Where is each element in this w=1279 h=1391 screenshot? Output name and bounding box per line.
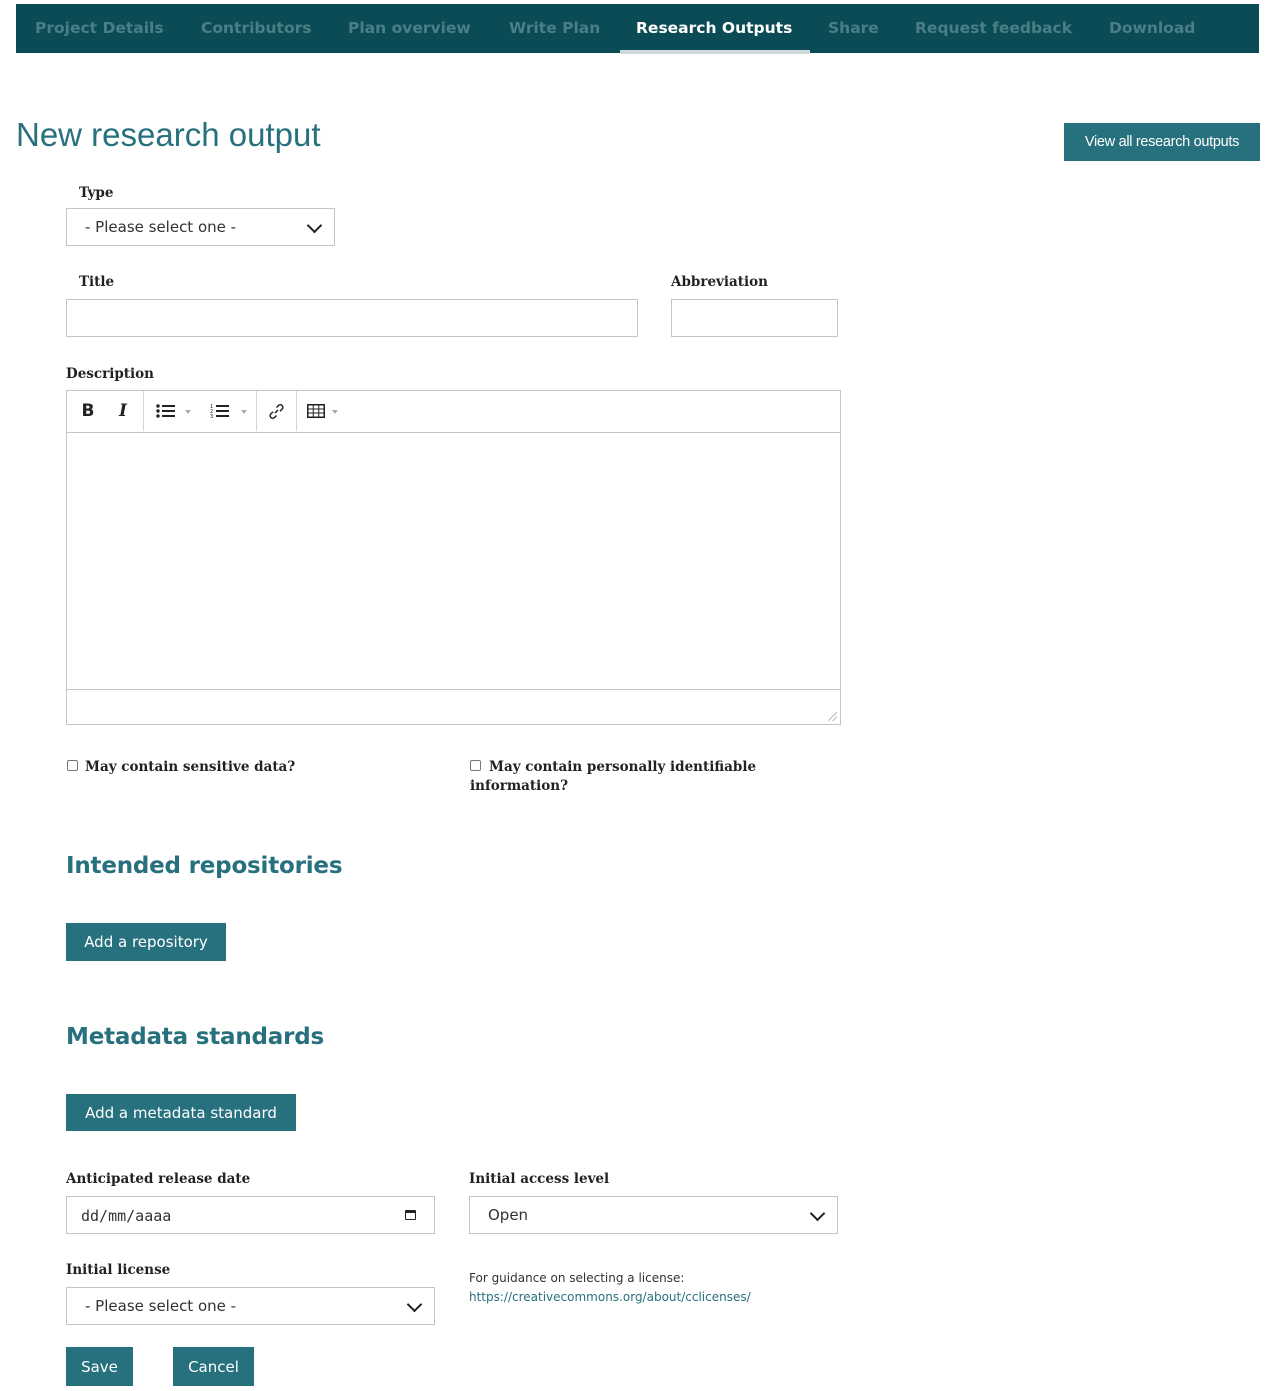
editor-statusbar	[67, 689, 840, 724]
tab-download[interactable]: Download	[1109, 4, 1195, 53]
license-guidance-text: For guidance on selecting a license:	[469, 1271, 685, 1285]
license-guidance: For guidance on selecting a license: htt…	[469, 1269, 751, 1307]
sensitive-data-label: May contain sensitive data?	[85, 759, 296, 775]
toolbar-separator	[143, 391, 144, 431]
title-input[interactable]	[66, 299, 638, 337]
link-icon[interactable]	[263, 391, 289, 431]
tab-share[interactable]: Share	[828, 4, 879, 53]
svg-text:3: 3	[210, 414, 213, 419]
tab-contributors[interactable]: Contributors	[201, 4, 311, 53]
numbered-list-icon[interactable]: 1 2 3	[205, 391, 235, 431]
resize-handle-icon[interactable]	[828, 712, 837, 721]
metadata-heading: Metadata standards	[66, 1024, 324, 1050]
type-select-value: - Please select one -	[85, 218, 237, 236]
cancel-button[interactable]: Cancel	[173, 1347, 254, 1386]
description-editor: B I 1 2 3	[66, 390, 841, 725]
bold-button[interactable]: B	[77, 391, 99, 431]
toolbar-separator	[296, 391, 297, 431]
license-label: Initial license	[66, 1262, 171, 1278]
active-tab-indicator	[620, 50, 810, 54]
toolbar-separator	[256, 391, 257, 431]
repositories-heading: Intended repositories	[66, 853, 343, 879]
pii-label: May contain personally identifiable info…	[470, 759, 757, 794]
tab-research-outputs[interactable]: Research Outputs	[636, 4, 792, 53]
description-textarea[interactable]	[67, 432, 840, 690]
editor-toolbar: B I 1 2 3	[67, 391, 840, 433]
save-button[interactable]: Save	[66, 1347, 133, 1386]
license-select[interactable]: - Please select one -	[66, 1287, 435, 1325]
sensitive-data-checkbox[interactable]	[67, 760, 78, 771]
calendar-icon[interactable]	[405, 1210, 416, 1220]
title-label: Title	[79, 274, 115, 290]
tab-write-plan[interactable]: Write Plan	[509, 4, 600, 53]
access-level-label: Initial access level	[469, 1171, 610, 1187]
view-all-research-outputs-button[interactable]: View all research outputs	[1064, 123, 1260, 161]
access-level-select[interactable]: Open	[469, 1196, 838, 1234]
tab-plan-overview[interactable]: Plan overview	[348, 4, 471, 53]
release-date-placeholder: dd/mm/aaaa	[81, 1207, 172, 1225]
description-label: Description	[66, 366, 154, 382]
abbreviation-label: Abbreviation	[671, 274, 768, 290]
chevron-down-icon	[809, 1205, 826, 1222]
tab-request-feedback[interactable]: Request feedback	[915, 4, 1072, 53]
release-date-input[interactable]: dd/mm/aaaa	[66, 1196, 435, 1234]
table-icon[interactable]	[303, 391, 329, 431]
tab-project-details[interactable]: Project Details	[35, 4, 164, 53]
add-repository-button[interactable]: Add a repository	[66, 923, 226, 961]
license-guidance-link[interactable]: https://creativecommons.org/about/cclice…	[469, 1290, 751, 1304]
license-select-value: - Please select one -	[85, 1297, 237, 1315]
access-level-value: Open	[488, 1206, 529, 1224]
plan-nav-tabs: Project Details Contributors Plan overvi…	[16, 4, 1259, 54]
page-title: New research output	[16, 116, 321, 153]
italic-button[interactable]: I	[112, 391, 134, 431]
type-label: Type	[79, 185, 114, 201]
chevron-down-icon[interactable]	[332, 410, 338, 414]
chevron-down-icon	[306, 217, 323, 234]
release-date-label: Anticipated release date	[66, 1171, 251, 1187]
chevron-down-icon	[406, 1296, 423, 1313]
abbreviation-input[interactable]	[671, 299, 838, 337]
bullet-list-icon[interactable]	[151, 391, 181, 431]
type-select[interactable]: - Please select one -	[66, 208, 335, 246]
chevron-down-icon[interactable]	[185, 410, 191, 414]
chevron-down-icon[interactable]	[241, 410, 247, 414]
add-metadata-standard-button[interactable]: Add a metadata standard	[66, 1094, 296, 1131]
